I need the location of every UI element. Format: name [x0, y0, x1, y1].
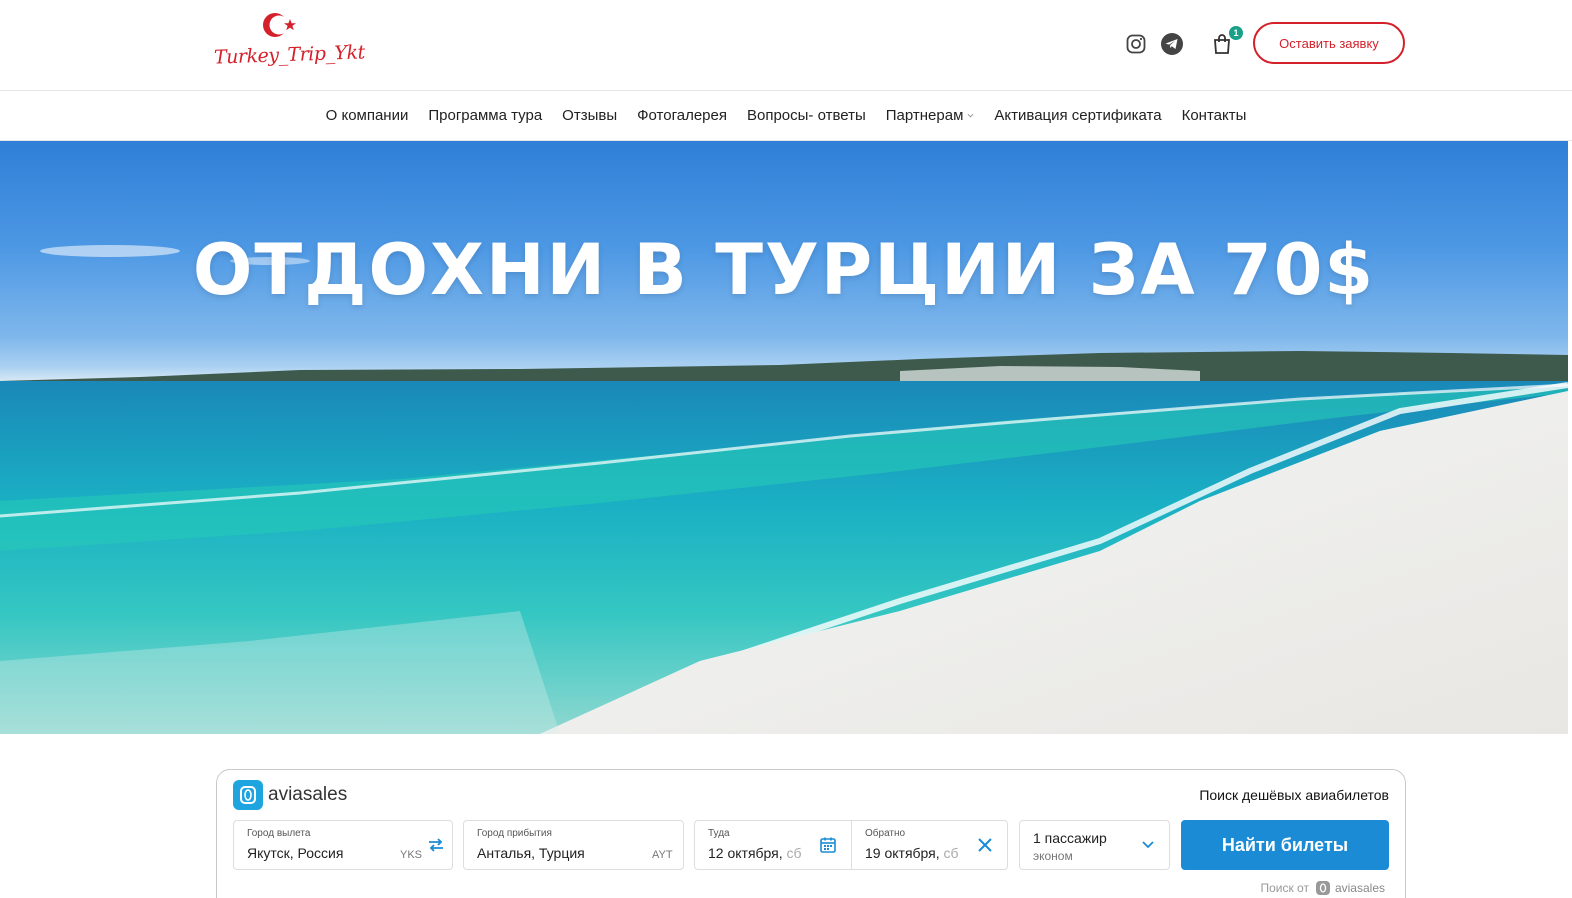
return-value: 19 октября, сб [865, 845, 959, 861]
origin-value: Якутск, Россия [247, 845, 344, 861]
cart-count-badge: 1 [1229, 26, 1243, 40]
depart-date-text: 12 октября, [708, 845, 783, 861]
destination-label: Город прибытия [477, 828, 552, 839]
calendar-icon[interactable] [819, 836, 839, 856]
depart-label: Туда [708, 828, 730, 839]
return-weekday: сб [943, 845, 959, 861]
depart-date-field[interactable]: Туда 12 октября, сб [694, 820, 852, 870]
nav-item-about[interactable]: О компании [326, 107, 409, 124]
passengers-select[interactable]: 1 пассажир эконом [1019, 820, 1170, 870]
hero-banner: ОТДОХНИ В ТУРЦИИ ЗА 70$ [0, 141, 1568, 734]
crescent-star-icon [263, 13, 296, 37]
aviasales-small-icon [1315, 881, 1330, 895]
return-date-field[interactable]: Обратно 19 октября, сб [851, 820, 1008, 870]
aviasales-brand: aviasales [268, 784, 348, 805]
nav-item-tour-program[interactable]: Программа тура [428, 107, 542, 124]
chevron-down-icon [967, 113, 974, 118]
widget-tagline: Поиск дешёвых авиабилетов [1199, 787, 1389, 803]
find-tickets-button[interactable]: Найти билеты [1181, 820, 1389, 870]
depart-value: 12 октября, сб [708, 845, 802, 861]
shopping-bag-icon[interactable]: 1 [1210, 26, 1243, 56]
nav-item-partners-label: Партнерам [885, 107, 964, 124]
cabin-class: эконом [1033, 849, 1073, 863]
return-label: Обратно [865, 828, 906, 839]
nav-item-gallery[interactable]: Фотогалерея [637, 107, 727, 124]
telegram-icon[interactable] [1160, 32, 1184, 56]
nav-item-contacts[interactable]: Контакты [1182, 107, 1247, 124]
passengers-value: 1 пассажир [1033, 830, 1107, 846]
origin-code: YKS [400, 849, 423, 861]
aviasales-logo[interactable]: aviasales [233, 780, 347, 810]
instagram-icon[interactable] [1124, 32, 1148, 56]
origin-field[interactable]: Город вылета Якутск, Россия YKS [233, 820, 453, 870]
powered-brand: aviasales [1334, 881, 1385, 895]
header-icons: 1 [1124, 26, 1246, 58]
destination-field[interactable]: Город прибытия Анталья, Турция AYT [463, 820, 684, 870]
swap-arrows-icon[interactable] [427, 836, 447, 856]
nav-item-faq[interactable]: Вопросы- ответы [747, 107, 866, 124]
powered-prefix: Поиск от [1260, 881, 1309, 895]
destination-value: Анталья, Турция [477, 845, 585, 861]
depart-weekday: сб [786, 845, 802, 861]
request-button[interactable]: Оставить заявку [1253, 22, 1405, 64]
close-icon[interactable] [976, 836, 996, 856]
return-date-text: 19 октября, [865, 845, 940, 861]
chevron-down-icon [1140, 836, 1160, 856]
hero-title: ОТДОХНИ В ТУРЦИИ ЗА 70$ [192, 229, 1376, 311]
flight-search-widget: aviasales Поиск дешёвых авиабилетов Горо… [216, 769, 1406, 898]
site-header: Turkey_Trip_Ykt 1 Оставить заявку [0, 0, 1572, 90]
destination-code: AYT [652, 849, 673, 861]
site-logo[interactable]: Turkey_Trip_Ykt [214, 8, 365, 78]
main-nav: О компании Программа тура Отзывы Фотогал… [0, 90, 1572, 141]
aviasales-logo-icon [233, 780, 263, 810]
nav-item-certificate[interactable]: Активация сертификата [994, 107, 1161, 124]
nav-item-reviews[interactable]: Отзывы [562, 107, 617, 124]
origin-label: Город вылета [247, 828, 311, 839]
nav-item-partners[interactable]: Партнерам [886, 107, 975, 124]
logo-text: Turkey_Trip_Ykt [213, 41, 366, 69]
powered-by[interactable]: Поиск от aviasales [1260, 880, 1385, 896]
